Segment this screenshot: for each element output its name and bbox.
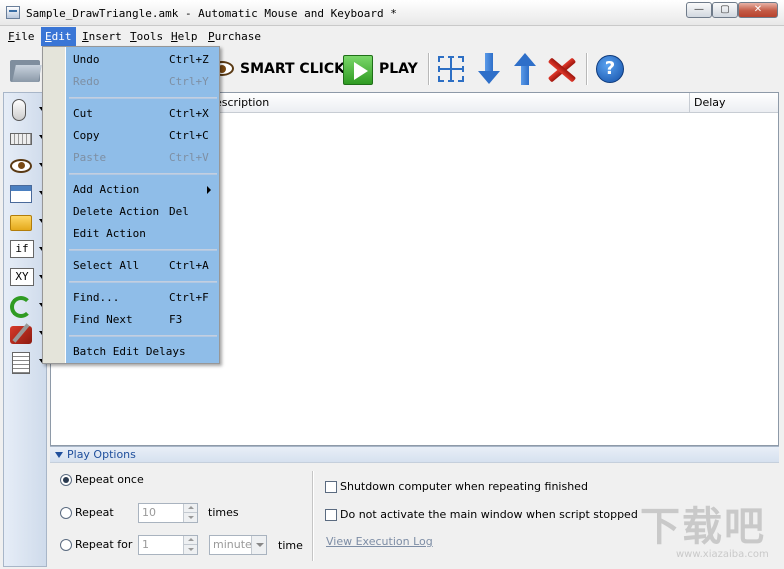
repeat-for-stepper[interactable]: 1 [138,535,198,555]
repeat-radio[interactable] [60,507,72,519]
if-icon: if [10,240,34,258]
shutdown-label: Shutdown computer when repeating finishe… [340,480,588,493]
collapse-triangle-icon [55,452,63,458]
menu-separator [69,249,217,251]
smart-click-label: SMART CLICK [240,61,345,77]
spin-down-icon[interactable] [183,545,197,554]
xy-icon: XY [10,268,34,286]
shutdown-checkbox[interactable] [325,481,337,493]
menu-edit[interactable]: Edit [41,27,76,46]
move-down-icon[interactable] [478,53,500,85]
menu-item-batch-edit-delays[interactable]: Batch Edit Delays [73,342,217,362]
refresh-icon [10,296,32,318]
misc-action-button[interactable] [8,349,46,375]
toolbar-divider [428,53,430,85]
repeat-label: Repeat [75,506,114,519]
repeat-action-button[interactable] [8,293,46,319]
spin-up-icon[interactable] [183,536,197,545]
close-button[interactable]: ✕ [738,2,778,18]
play-options-label: Play Options [67,448,136,461]
keyboard-action-button[interactable] [8,125,46,151]
time-unit-select[interactable]: minute [209,535,267,555]
menu-item-add-action[interactable]: Add Action [73,180,217,200]
watermark-logo: 下载吧 [640,504,766,550]
no-activate-checkbox[interactable] [325,509,337,521]
play-button[interactable]: PLAY [379,59,418,79]
menu-item-edit-action[interactable]: Edit Action [73,224,217,244]
open-folder-icon[interactable] [10,56,40,82]
window-icon [10,185,32,203]
menu-bar: File Edit Insert Tools Help Purchase [0,27,784,46]
times-label: times [208,506,239,519]
menu-item-redo: Redo Ctrl+Y [73,75,209,88]
repeat-for-label: Repeat for [75,538,133,551]
column-delay[interactable]: Delay [689,93,778,113]
menu-separator [69,281,217,283]
wait-action-button[interactable] [8,153,46,179]
list-icon [12,352,30,374]
view-execution-log-link[interactable]: View Execution Log [326,535,433,548]
menu-item-undo[interactable]: Undo Ctrl+Z [73,50,217,70]
watermark: 下载吧 www.xiazaiba.com [640,505,780,565]
mouse-action-button[interactable] [8,97,46,123]
menu-separator [69,173,217,175]
menu-item-select-all[interactable]: Select All Ctrl+A [73,256,217,276]
repeat-for-radio[interactable] [60,539,72,551]
time-label: time [278,539,303,552]
spin-down-icon[interactable] [183,513,197,522]
delete-icon[interactable] [546,57,578,83]
select-region-icon[interactable] [438,56,464,82]
xy-action-button[interactable]: XY [8,265,46,291]
title-bar: Sample_DrawTriangle.amk - Automatic Mous… [0,0,784,26]
repeat-for-value: 1 [142,538,149,551]
minimize-button[interactable]: — [686,2,712,18]
menu-separator [69,97,217,99]
menu-insert[interactable]: Insert [78,27,126,46]
menu-separator [69,335,217,337]
maximize-button[interactable]: ▢ [712,2,738,18]
repeat-count-value: 10 [142,506,156,519]
move-up-icon[interactable] [514,53,536,85]
file-action-button[interactable] [8,209,46,235]
help-icon[interactable]: ? [596,55,624,83]
chevron-down-icon[interactable] [251,536,266,554]
window-action-button[interactable] [8,181,46,207]
folder-icon [10,215,32,231]
play-icon[interactable] [343,55,373,85]
menu-item-copy[interactable]: Copy Ctrl+C [73,126,217,146]
menu-item-cut[interactable]: Cut Ctrl+X [73,104,217,124]
menu-item-find-next[interactable]: Find Next F3 [73,310,217,330]
keyboard-icon [10,133,32,145]
edit-menu-dropdown: Undo Ctrl+Z Redo Ctrl+Y Cut Ctrl+X Copy Ctrl… [42,46,220,364]
app-icon [6,6,20,19]
window-title: Sample_DrawTriangle.amk - Automatic Mous… [26,7,397,20]
if-action-button[interactable]: if [8,237,46,263]
spin-up-icon[interactable] [183,504,197,513]
menu-item-delete-action[interactable]: Delete Action Del [73,202,217,222]
mouse-icon [12,99,26,121]
menu-gutter [43,47,66,363]
toolbox-icon [10,326,32,344]
menu-file[interactable]: File [4,27,39,46]
watermark-url: www.xiazaiba.com [676,549,769,560]
menu-tools[interactable]: Tools [126,27,167,46]
options-divider [312,471,314,561]
menu-purchase[interactable]: Purchase [204,27,265,46]
repeat-count-stepper[interactable]: 10 [138,503,198,523]
play-options-toggle[interactable]: Play Options [50,446,779,463]
menu-item-paste: Paste Ctrl+V [73,151,209,164]
repeat-once-label: Repeat once [75,473,144,486]
menu-help[interactable]: Help [167,27,202,46]
menu-item-find[interactable]: Find... Ctrl+F [73,288,217,308]
time-unit-value: minute [213,538,252,551]
repeat-once-radio[interactable] [60,474,72,486]
eye-icon [10,159,32,173]
no-activate-label: Do not activate the main window when scr… [340,508,638,521]
toolbar-divider [586,53,588,85]
tool-action-button[interactable] [8,321,46,347]
action-sidebar: if XY [3,92,47,567]
submenu-arrow-icon [207,186,211,194]
